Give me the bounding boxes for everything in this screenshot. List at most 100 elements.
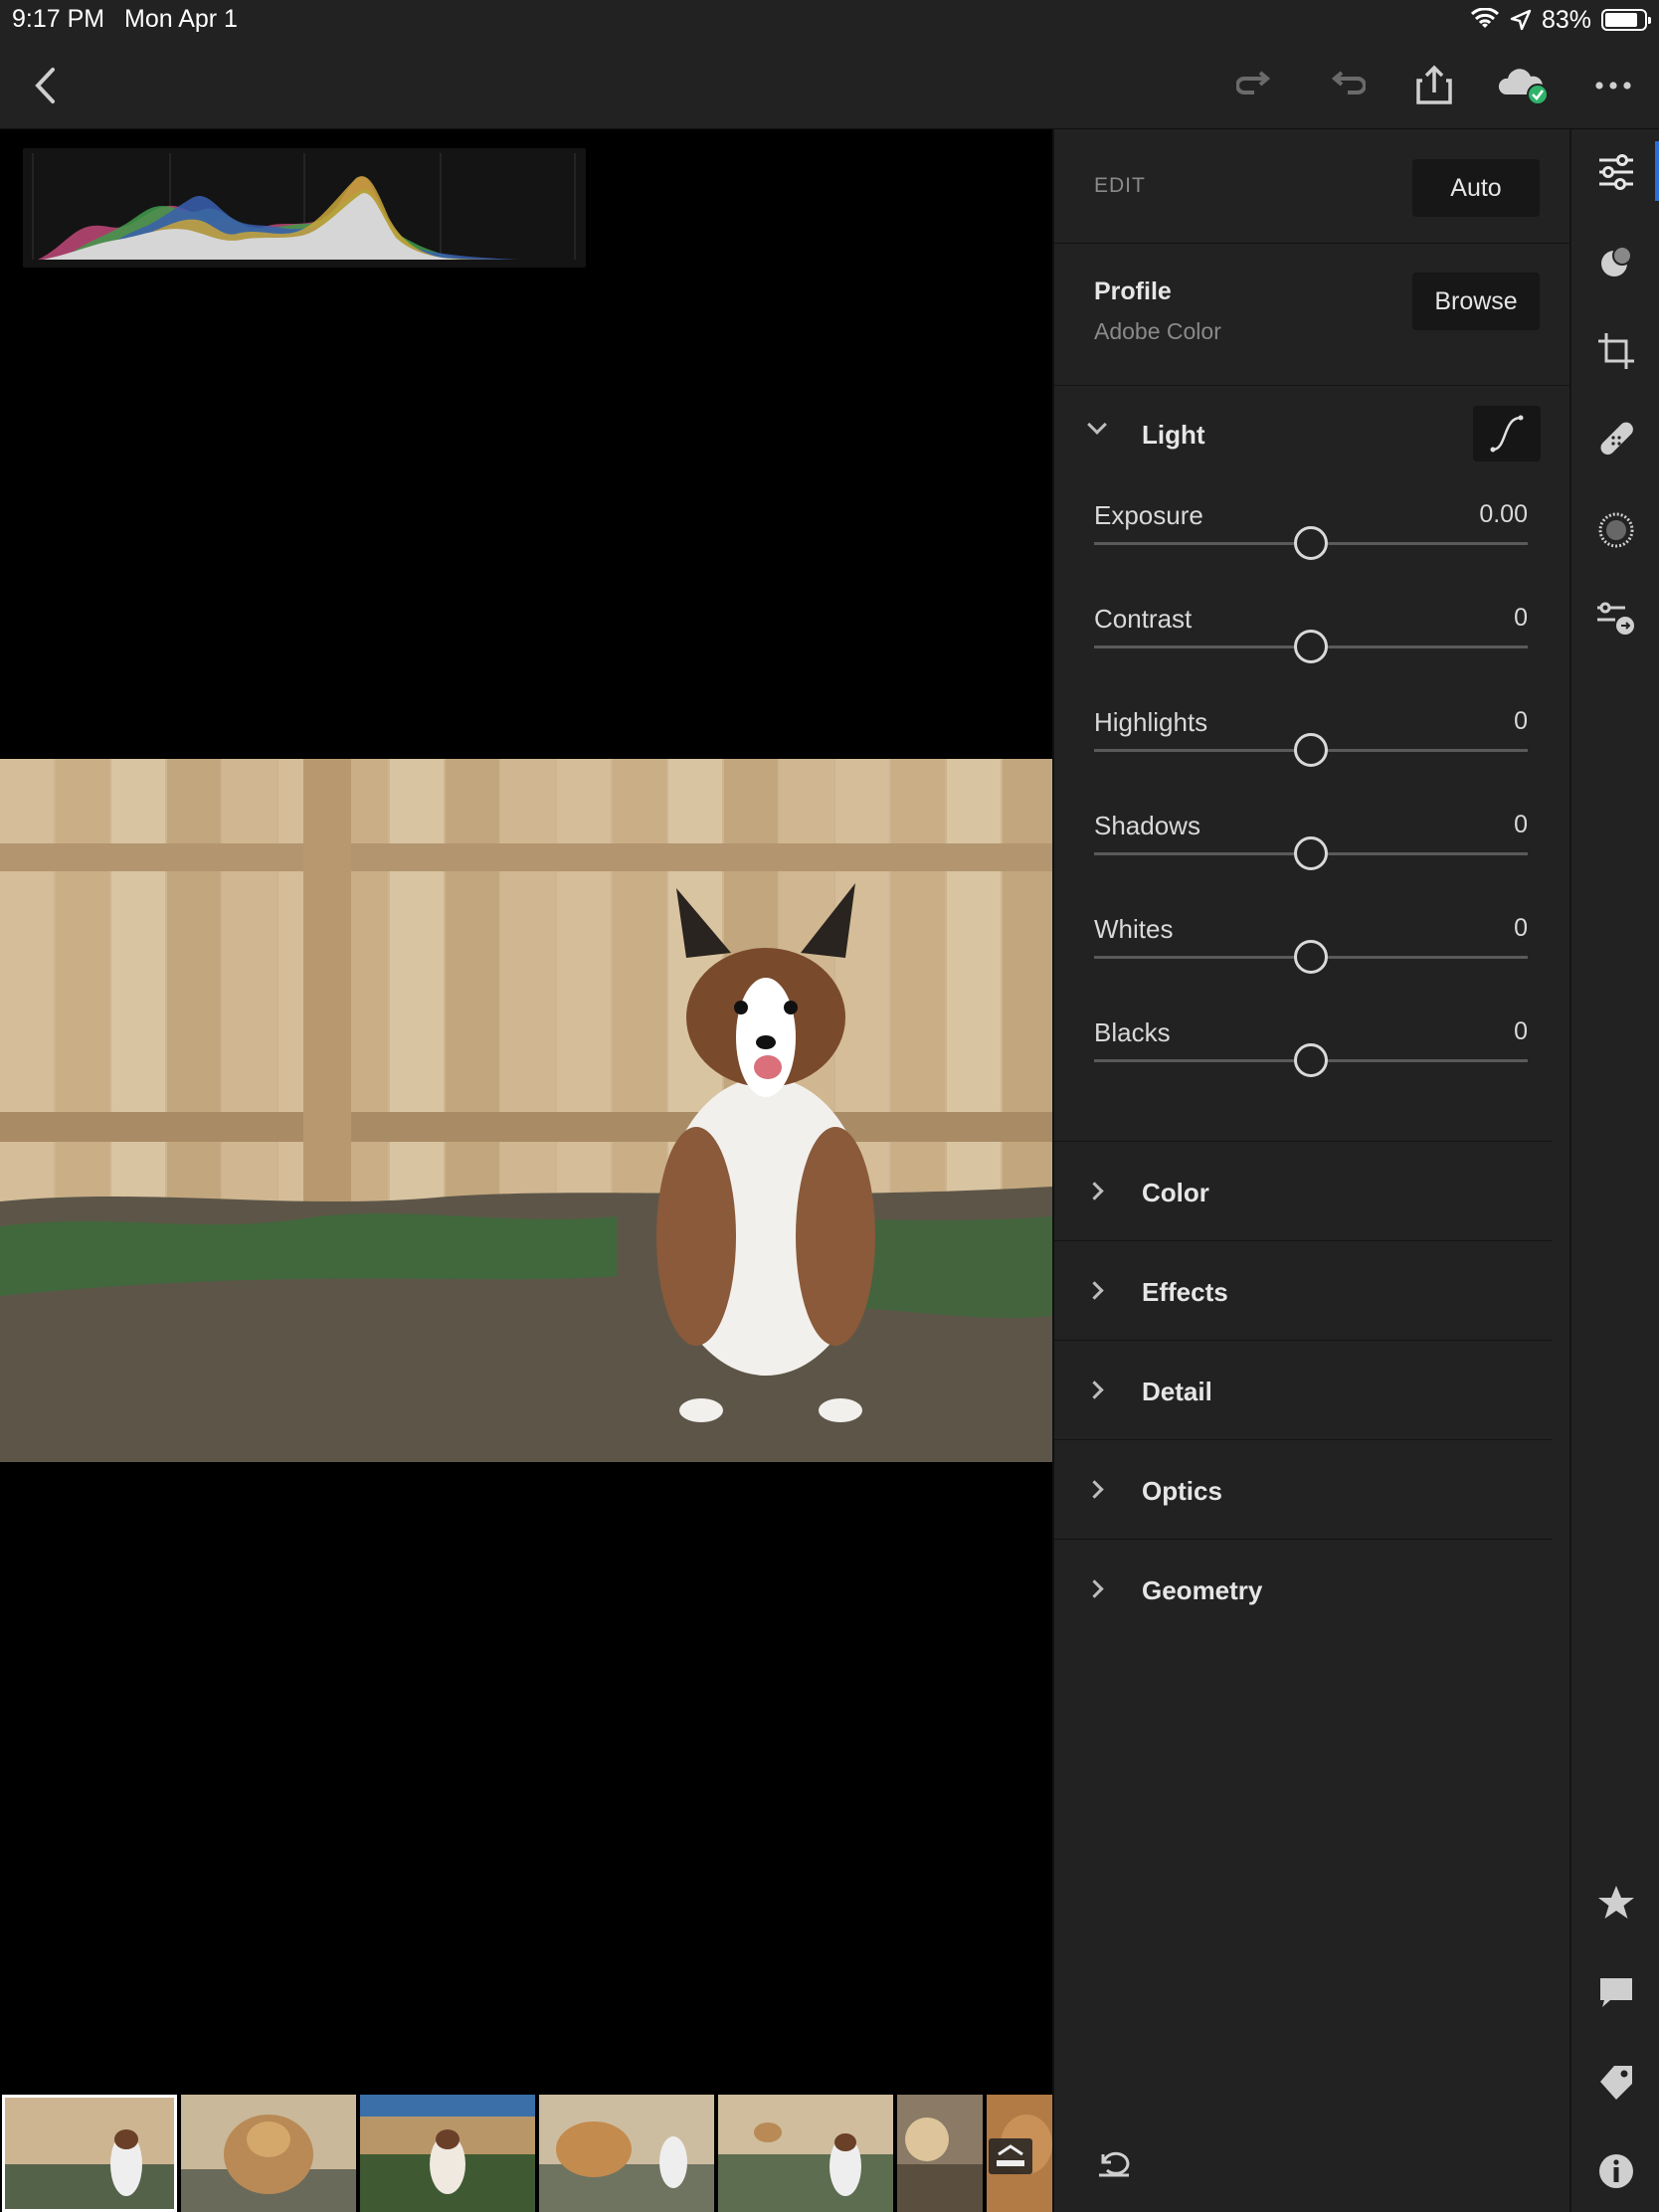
tool-rail — [1569, 129, 1659, 2212]
profile-title: Profile — [1094, 277, 1172, 305]
edit-header: EDIT Auto — [1054, 129, 1571, 244]
healing-tool-button[interactable] — [1589, 414, 1643, 467]
slider-value[interactable]: 0 — [1514, 1017, 1528, 1046]
filmstrip-thumb[interactable] — [897, 2095, 983, 2212]
keyword-tag-button[interactable] — [1589, 2055, 1643, 2109]
light-section-header[interactable]: Light — [1054, 386, 1571, 475]
section-title: Optics — [1142, 1476, 1222, 1506]
wifi-icon — [1470, 8, 1499, 28]
tone-curve-button[interactable] — [1473, 406, 1541, 461]
tone-curve-icon — [1490, 415, 1524, 453]
section-detail[interactable]: Detail — [1054, 1340, 1552, 1439]
battery-level — [1605, 13, 1637, 27]
comment-icon — [1600, 1978, 1632, 2007]
star-icon — [1598, 1886, 1634, 1919]
main-photo — [0, 759, 1052, 1462]
status-time: 9:17 PM — [12, 5, 105, 33]
filmstrip-thumb[interactable] — [181, 2095, 356, 2212]
info-icon — [1599, 2154, 1633, 2188]
profile-value: Adobe Color — [1094, 318, 1221, 344]
photo-canvas[interactable] — [0, 129, 1052, 2093]
undo-button[interactable] — [1318, 58, 1374, 113]
vignette-icon — [1598, 512, 1634, 548]
browse-profiles-button[interactable]: Browse — [1412, 273, 1540, 330]
photo-thumbnail — [897, 2095, 983, 2212]
redo-button[interactable] — [1228, 58, 1284, 113]
status-indicators: 83% — [1470, 4, 1651, 36]
back-button[interactable] — [18, 58, 74, 113]
rating-button[interactable] — [1589, 1876, 1643, 1930]
slider-value[interactable]: 0 — [1514, 811, 1528, 839]
chevron-right-icon — [1085, 1579, 1104, 1598]
chevron-right-icon — [1085, 1480, 1104, 1499]
section-color[interactable]: Color — [1054, 1141, 1552, 1240]
slider-label: Blacks — [1094, 1017, 1171, 1047]
auto-button[interactable]: Auto — [1412, 159, 1540, 217]
reset-icon — [1099, 2151, 1130, 2177]
filmstrip-thumb[interactable] — [2, 2095, 177, 2212]
slider-label: Highlights — [1094, 707, 1208, 737]
slider-thumb[interactable] — [1294, 940, 1328, 974]
section-title: Color — [1142, 1178, 1209, 1207]
section-title: Effects — [1142, 1277, 1228, 1307]
status-date: Mon Apr 1 — [124, 5, 238, 33]
crop-tool-button[interactable] — [1589, 324, 1643, 378]
slider-value[interactable]: 0.00 — [1479, 500, 1528, 529]
slider-thumb[interactable] — [1294, 630, 1328, 663]
slider-label: Contrast — [1094, 604, 1193, 634]
status-bar: 9:17 PM Mon Apr 1 83% — [0, 0, 1659, 40]
edit-tool-button[interactable] — [1589, 145, 1643, 199]
slider-value[interactable]: 0 — [1514, 914, 1528, 943]
photo-thumbnail — [718, 2095, 893, 2212]
battery-percent: 83% — [1541, 5, 1591, 34]
share-icon — [1416, 65, 1452, 104]
photo-thumbnail — [181, 2095, 356, 2212]
slider-thumb[interactable] — [1294, 526, 1328, 560]
chevron-down-icon — [1087, 415, 1107, 435]
slider-label: Exposure — [1094, 500, 1203, 530]
section-effects[interactable]: Effects — [1054, 1240, 1552, 1340]
cloud-sync-button[interactable] — [1495, 58, 1551, 113]
filmstrip-thumb[interactable] — [539, 2095, 714, 2212]
profile-section: Profile Adobe Color Browse — [1054, 244, 1571, 386]
selective-tool-button[interactable] — [1589, 235, 1643, 288]
slider-thumb[interactable] — [1294, 733, 1328, 767]
slider-thumb[interactable] — [1294, 1043, 1328, 1077]
info-button[interactable] — [1589, 2144, 1643, 2198]
slider-label: Shadows — [1094, 811, 1200, 840]
section-title: Detail — [1142, 1377, 1212, 1406]
section-optics[interactable]: Optics — [1054, 1439, 1552, 1539]
section-title: Geometry — [1142, 1575, 1263, 1605]
presets-icon — [1597, 602, 1634, 635]
section-geometry[interactable]: Geometry — [1054, 1539, 1552, 1638]
slider-whites: Whites 0 — [1054, 914, 1571, 1017]
edit-panel: EDIT Auto Profile Adobe Color Browse Lig… — [1052, 129, 1571, 2212]
photo-thumbnail — [360, 2095, 535, 2212]
slider-thumb[interactable] — [1294, 836, 1328, 870]
battery-icon — [1601, 9, 1651, 31]
light-section-title: Light — [1142, 420, 1205, 450]
slider-blacks: Blacks 0 — [1054, 1017, 1571, 1121]
location-icon — [1510, 9, 1532, 31]
photo-thumbnail — [539, 2095, 714, 2212]
share-button[interactable] — [1406, 58, 1462, 113]
selective-icon — [1601, 246, 1632, 276]
filmstrip-thumb[interactable] — [360, 2095, 535, 2212]
comment-button[interactable] — [1589, 1965, 1643, 2019]
crop-icon — [1598, 333, 1634, 369]
slider-contrast: Contrast 0 — [1054, 604, 1571, 707]
filmstrip-thumb[interactable] — [718, 2095, 893, 2212]
undo-icon — [1331, 71, 1366, 94]
chevron-right-icon — [1085, 1281, 1104, 1300]
slider-value[interactable]: 0 — [1514, 707, 1528, 736]
vignette-tool-button[interactable] — [1589, 503, 1643, 557]
active-tool-indicator — [1655, 141, 1659, 201]
slider-value[interactable]: 0 — [1514, 604, 1528, 633]
more-button[interactable] — [1585, 58, 1641, 113]
tag-icon — [1600, 2066, 1632, 2100]
presets-tool-button[interactable] — [1589, 593, 1643, 646]
slider-highlights: Highlights 0 — [1054, 707, 1571, 811]
dog-photo-image — [0, 759, 1052, 1462]
reset-button[interactable] — [1090, 2138, 1140, 2188]
filmstrip-thumb[interactable] — [987, 2095, 1052, 2212]
